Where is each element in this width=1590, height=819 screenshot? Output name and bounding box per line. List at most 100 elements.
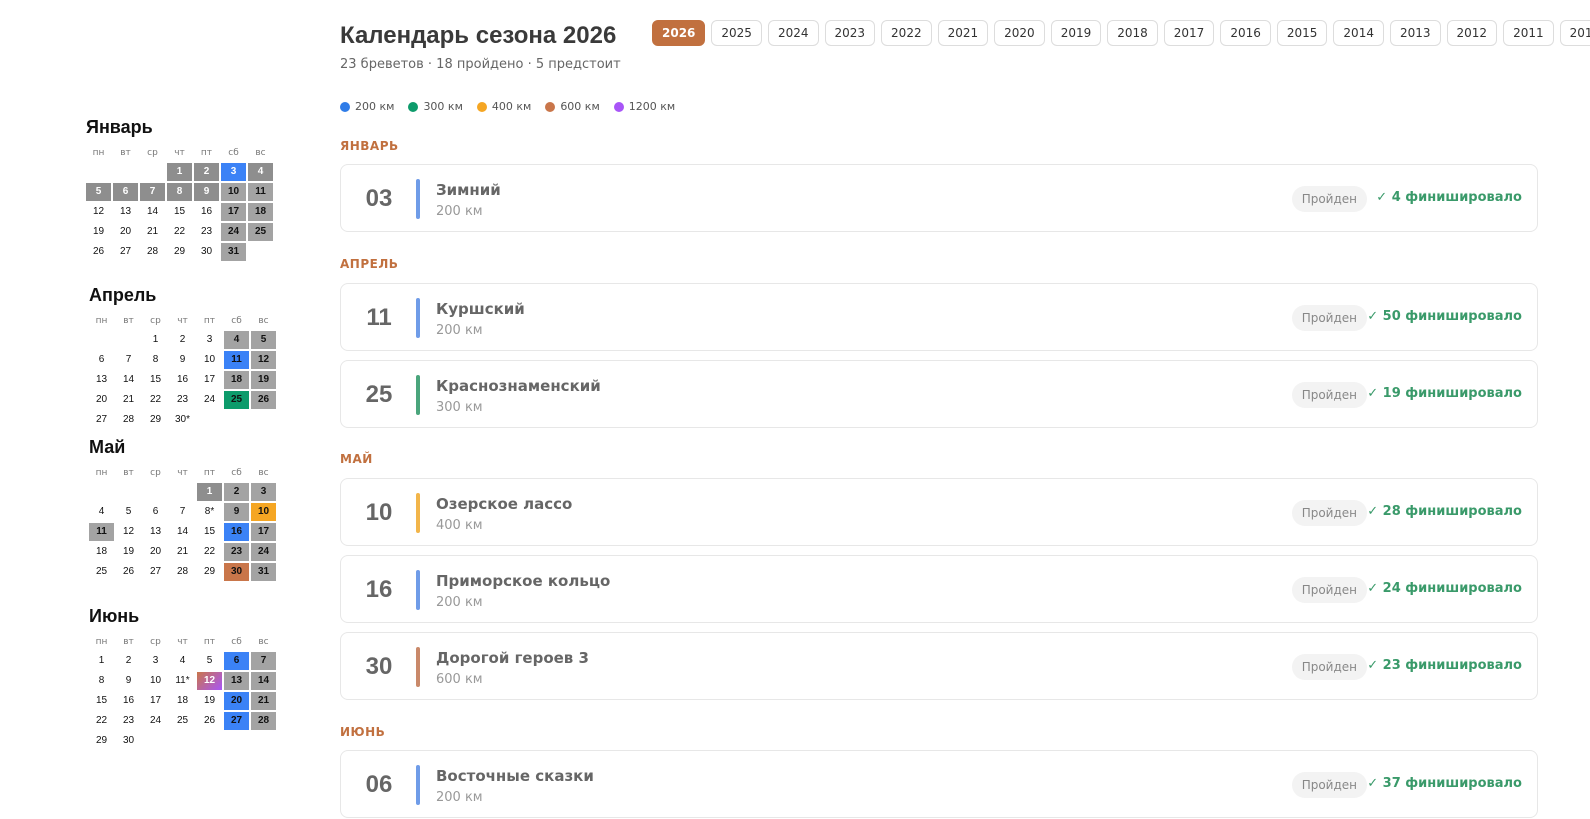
mini-calendar-grid: пн вт ср чт пт сб вс 1 2 3 4 5 6 7 8 9 10 11 12 13 14 15 16 17 1… bbox=[86, 145, 273, 261]
season-summary: 23 бреветов · 18 пройдено · 5 предстоит bbox=[340, 57, 621, 72]
event-card[interactable]: 03 Зимний 200 км Пройден ✓ 4 финишировало bbox=[340, 164, 1538, 232]
event-card[interactable]: 16 Приморское кольцо 200 км Пройден ✓ 24 фин… bbox=[340, 555, 1538, 623]
calendar-day-event[interactable]: 3 bbox=[221, 163, 246, 181]
calendar-day: 25 bbox=[176, 715, 189, 726]
distance-color-bar bbox=[416, 375, 420, 415]
finishers-count: ✓ 50 финишировало bbox=[1367, 309, 1522, 324]
event-card[interactable]: 30 Дорогой героев 3 600 км Пройден ✓ 23 фини… bbox=[340, 632, 1538, 700]
distance-color-bar bbox=[416, 570, 420, 610]
year-button-2016[interactable]: 2016 bbox=[1220, 20, 1271, 46]
calendar-day: 12 bbox=[92, 206, 105, 217]
event-name: Зимний bbox=[436, 181, 501, 199]
calendar-day: 26 bbox=[203, 715, 216, 726]
weekday-header: вт bbox=[120, 148, 131, 158]
calendar-day: 24 bbox=[221, 223, 246, 241]
year-button-2020[interactable]: 2020 bbox=[994, 20, 1045, 46]
calendar-day: 3 bbox=[251, 483, 276, 501]
event-distance: 200 км bbox=[436, 204, 483, 219]
weekday-header: вс bbox=[258, 316, 269, 326]
status-badge: Пройден bbox=[1291, 186, 1367, 212]
year-button-2012[interactable]: 2012 bbox=[1446, 20, 1498, 46]
year-button-2015[interactable]: 2015 bbox=[1276, 20, 1328, 46]
calendar-day-event[interactable]: 25 bbox=[224, 391, 249, 409]
year-button-2010[interactable]: 2010 bbox=[1559, 20, 1590, 46]
year-button-2019[interactable]: 2019 bbox=[1050, 20, 1102, 46]
calendar-day: 29 bbox=[95, 735, 108, 746]
event-card[interactable]: 25 Краснознаменский 300 км Пройден ✓ 19 фини… bbox=[340, 360, 1538, 428]
calendar-day: 29 bbox=[149, 414, 162, 425]
year-button-2022[interactable]: 2022 bbox=[881, 20, 932, 46]
calendar-day: 21 bbox=[176, 546, 189, 557]
event-card[interactable]: 10 Озерское лассо 400 км Пройден ✓ 28 финиши… bbox=[340, 478, 1538, 546]
calendar-day: 5 bbox=[251, 331, 276, 349]
calendar-day-event[interactable]: 12 bbox=[197, 672, 222, 690]
calendar-day: 4 bbox=[179, 655, 186, 666]
event-distance: 200 км bbox=[436, 323, 483, 338]
empty-cell bbox=[116, 331, 141, 349]
calendar-day: 10 bbox=[221, 183, 246, 201]
event-day: 10 bbox=[365, 499, 393, 526]
year-button-2026[interactable]: 2026 bbox=[652, 20, 706, 46]
year-button-2018[interactable]: 2018 bbox=[1107, 20, 1158, 46]
calendar-day: 11* bbox=[175, 675, 190, 686]
calendar-day-event[interactable]: 10 bbox=[251, 503, 276, 521]
weekday-header: ср bbox=[147, 148, 158, 158]
calendar-day: 28 bbox=[251, 712, 276, 730]
calendar-day-event[interactable]: 11 bbox=[224, 351, 249, 369]
calendar-day-event[interactable]: 6 bbox=[224, 652, 249, 670]
calendar-day: 8 bbox=[167, 183, 192, 201]
calendar-day: 21 bbox=[251, 692, 276, 710]
calendar-day: 1 bbox=[167, 163, 192, 181]
calendar-day: 1 bbox=[152, 334, 159, 345]
event-card[interactable]: 06 Восточные сказки 200 км Пройден ✓ 37 фини… bbox=[340, 750, 1538, 818]
mini-calendar-january: Январь пн вт ср чт пт сб вс 1 2 3 4 5 6 7 8 9 10 11 12 13 14 1… bbox=[86, 116, 273, 261]
mini-calendar-grid: пн вт ср чт пт сб вс 1 2 3 4 5 6 7 8 9 10 11 12 13 14 15 16 17 1… bbox=[89, 313, 276, 429]
calendar-day: 12 bbox=[251, 351, 276, 369]
legend-item: 1200 км bbox=[613, 100, 675, 113]
weekday-header: вс bbox=[258, 468, 269, 478]
calendar-day: 7 bbox=[140, 183, 165, 201]
weekday-header: вс bbox=[258, 637, 269, 647]
calendar-day: 7 bbox=[179, 506, 186, 517]
mini-calendar-title: Январь bbox=[86, 117, 153, 137]
year-button-2025[interactable]: 2025 bbox=[711, 20, 762, 46]
calendar-day-event[interactable]: 30 bbox=[224, 563, 249, 581]
year-button-2011[interactable]: 2011 bbox=[1503, 20, 1554, 46]
calendar-day-event[interactable]: 16 bbox=[224, 523, 249, 541]
calendar-day: 19 bbox=[251, 371, 276, 389]
calendar-day-event[interactable]: 27 bbox=[224, 712, 249, 730]
legend-label: 200 км bbox=[355, 100, 395, 113]
event-day: 11 bbox=[366, 304, 392, 331]
calendar-day: 14 bbox=[146, 206, 159, 217]
year-button-2013[interactable]: 2013 bbox=[1389, 20, 1441, 46]
year-button-2024[interactable]: 2024 bbox=[767, 20, 819, 46]
weekday-header: ср bbox=[150, 468, 161, 478]
calendar-day: 8* bbox=[204, 506, 215, 517]
year-button-2014[interactable]: 2014 bbox=[1333, 20, 1384, 46]
year-button-2023[interactable]: 2023 bbox=[824, 20, 876, 46]
event-day: 16 bbox=[365, 576, 393, 603]
status-badge: Пройден bbox=[1291, 577, 1367, 603]
distance-color-bar bbox=[416, 179, 420, 219]
year-button-2017[interactable]: 2017 bbox=[1163, 20, 1215, 46]
calendar-day: 3 bbox=[206, 334, 213, 345]
mini-calendar-grid: пн вт ср чт пт сб вс 1 2 3 4 5 6 7 8* 9 10 11 12 13 14 15 16 17… bbox=[89, 465, 276, 581]
calendar-day: 20 bbox=[149, 546, 162, 557]
month-label-june: ИЮНЬ bbox=[340, 725, 386, 739]
legend-dot-icon bbox=[408, 101, 419, 112]
event-card[interactable]: 11 Куршский 200 км Пройден ✓ 50 финишировало bbox=[340, 283, 1538, 351]
legend-label: 300 км bbox=[423, 100, 463, 113]
empty-cell bbox=[89, 483, 114, 501]
calendar-day: 23 bbox=[224, 543, 249, 561]
calendar-day: 27 bbox=[149, 566, 162, 577]
event-distance: 200 км bbox=[436, 790, 483, 805]
calendar-day: 8 bbox=[98, 675, 105, 686]
event-name: Дорогой героев 3 bbox=[436, 649, 589, 667]
calendar-day-event[interactable]: 20 bbox=[224, 692, 249, 710]
mini-calendar-title: Апрель bbox=[89, 285, 157, 305]
weekday-header: ср bbox=[150, 637, 161, 647]
calendar-day: 5 bbox=[86, 183, 111, 201]
mini-calendar-title: Июнь bbox=[89, 606, 140, 626]
year-button-2021[interactable]: 2021 bbox=[937, 20, 989, 46]
calendar-day: 16 bbox=[176, 374, 189, 385]
